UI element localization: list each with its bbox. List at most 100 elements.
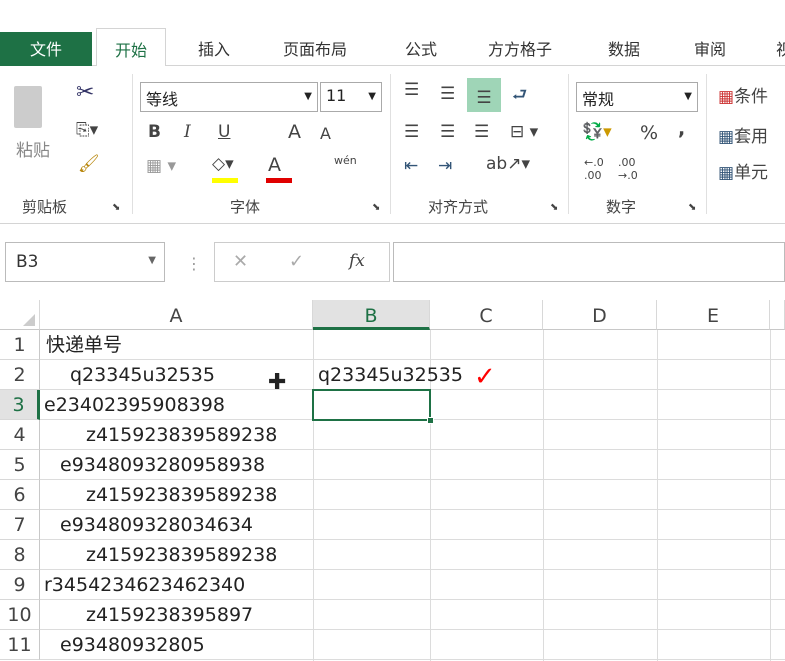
dialog-launcher-icon[interactable]: ⬊: [688, 202, 696, 213]
row-header[interactable]: 1: [0, 330, 40, 360]
cell-a7[interactable]: e934809328034634: [60, 510, 253, 540]
tab-file[interactable]: 文件: [0, 32, 92, 68]
row-header[interactable]: 4: [0, 420, 40, 450]
bold-button[interactable]: B: [148, 122, 161, 142]
tab-review[interactable]: 审阅: [686, 32, 734, 64]
increase-decimal-icon[interactable]: ←.0.00: [584, 156, 604, 182]
insert-function-button[interactable]: fx: [349, 251, 365, 271]
formula-bar: B3 ▼ ⋮ ✕ ✓ fx: [0, 224, 785, 296]
dialog-launcher-icon[interactable]: ⬊: [372, 202, 380, 213]
ribbon-tabs: 文件 开始 插入 页面布局 公式 方方格子 数据 审阅 视: [0, 24, 785, 68]
number-format-select[interactable]: 常规 ▼: [576, 82, 698, 112]
table-icon: ▦: [718, 127, 735, 147]
font-name-value: 等线: [146, 90, 179, 109]
cell-a11[interactable]: e93480932805: [60, 630, 205, 660]
spreadsheet-grid: A B C D E 1 快递单号 2 q23345u32535 q23345u32535…: [0, 300, 785, 661]
cell-a8[interactable]: z415923839589238: [86, 540, 277, 570]
row-header[interactable]: 6: [0, 480, 40, 510]
row-header[interactable]: 5: [0, 450, 40, 480]
cell-a2[interactable]: q23345u32535: [70, 360, 215, 390]
conditional-format-button[interactable]: ▦条件: [718, 82, 768, 107]
row-header[interactable]: 8: [0, 540, 40, 570]
underline-button[interactable]: U: [218, 122, 230, 142]
format-painter-icon[interactable]: 🖌: [78, 154, 100, 174]
select-all-corner[interactable]: [0, 300, 40, 330]
cell-b2[interactable]: q23345u32535: [318, 360, 463, 390]
font-color-swatch: [266, 178, 292, 183]
cell-a1[interactable]: 快递单号: [46, 330, 122, 360]
chevron-down-icon: ▼: [148, 255, 156, 266]
currency-icon[interactable]: 💱▾: [582, 122, 612, 142]
column-header-a[interactable]: A: [40, 300, 313, 330]
column-header-b[interactable]: B: [313, 300, 430, 330]
row-header[interactable]: 11: [0, 630, 40, 660]
chevron-down-icon: ▼: [368, 91, 376, 102]
row-header[interactable]: 3: [0, 390, 40, 420]
dialog-launcher-icon[interactable]: ⬊: [550, 202, 558, 213]
row-header[interactable]: 9: [0, 570, 40, 600]
merge-center-icon[interactable]: ⊟ ▾: [510, 122, 538, 142]
more-icon: ⋮: [186, 254, 202, 273]
decrease-decimal-icon[interactable]: .00 →.0: [618, 156, 638, 182]
tab-page-layout[interactable]: 页面布局: [275, 32, 355, 64]
orientation-icon[interactable]: ab↗▾: [486, 154, 530, 174]
column-header-c[interactable]: C: [430, 300, 543, 330]
align-right-icon[interactable]: ☰: [474, 122, 489, 142]
dialog-launcher-icon[interactable]: ⬊: [112, 202, 120, 213]
formula-input[interactable]: [393, 242, 785, 282]
number-format-value: 常规: [582, 90, 615, 109]
tab-insert[interactable]: 插入: [190, 32, 238, 64]
font-name-select[interactable]: 等线 ▼: [140, 82, 318, 112]
tab-formulas[interactable]: 公式: [397, 32, 445, 64]
font-size-select[interactable]: 11 ▼: [320, 82, 382, 112]
tab-fangfang[interactable]: 方方格子: [480, 32, 560, 64]
fill-handle[interactable]: [427, 417, 434, 424]
align-left-icon[interactable]: ☰: [404, 122, 419, 142]
enter-icon[interactable]: ✓: [289, 251, 304, 272]
row-header[interactable]: 7: [0, 510, 40, 540]
cell-a9[interactable]: r3454234623462340: [44, 570, 245, 600]
column-header-d[interactable]: D: [543, 300, 657, 330]
column-header-e[interactable]: E: [657, 300, 770, 330]
row-header[interactable]: 10: [0, 600, 40, 630]
cut-icon[interactable]: ✂: [76, 80, 94, 105]
increase-indent-icon[interactable]: ⇥: [438, 156, 452, 176]
row-header[interactable]: 2: [0, 360, 40, 390]
grow-font-button[interactable]: A: [288, 121, 301, 143]
cancel-icon[interactable]: ✕: [233, 251, 248, 272]
clipboard-group-label: 剪贴板: [22, 198, 68, 216]
paste-button[interactable]: 粘贴: [16, 136, 50, 161]
shrink-font-button[interactable]: A: [320, 124, 331, 143]
cell-a6[interactable]: z415923839589238: [86, 480, 277, 510]
tab-home[interactable]: 开始: [96, 28, 167, 67]
cell-styles-label: 单元: [734, 163, 769, 183]
font-color-button[interactable]: A: [268, 154, 281, 176]
column-header-f[interactable]: [770, 300, 785, 330]
tab-view[interactable]: 视: [768, 32, 785, 64]
format-as-table-button[interactable]: ▦套用: [718, 122, 768, 147]
cell-a4[interactable]: z415923839589238: [86, 420, 277, 450]
italic-button[interactable]: I: [184, 122, 191, 142]
fill-color-icon[interactable]: ◇▾: [212, 154, 234, 174]
align-bottom-icon[interactable]: ☰: [467, 78, 501, 112]
cell-a5[interactable]: e9348093280958938: [60, 450, 265, 480]
font-group-label: 字体: [230, 198, 261, 216]
comma-button[interactable]: ,: [678, 118, 685, 140]
chevron-down-icon: ▼: [304, 91, 312, 102]
wrap-text-icon[interactable]: ⮐: [512, 82, 527, 111]
active-cell-b3[interactable]: [312, 389, 434, 424]
align-center-icon[interactable]: ☰: [440, 122, 455, 142]
percent-button[interactable]: %: [640, 122, 658, 144]
align-top-icon[interactable]: ☰: [404, 80, 419, 100]
phonetic-button[interactable]: wén: [334, 154, 357, 167]
paste-icon[interactable]: [14, 86, 42, 128]
borders-icon[interactable]: ▦ ▾: [146, 156, 176, 176]
cell-styles-button[interactable]: ▦单元: [718, 158, 768, 183]
cell-a3[interactable]: e23402395908398: [44, 390, 225, 420]
name-box[interactable]: B3 ▼: [5, 242, 165, 282]
decrease-indent-icon[interactable]: ⇤: [404, 156, 418, 176]
cell-a10[interactable]: z4159238395897: [86, 600, 253, 630]
tab-data[interactable]: 数据: [600, 32, 648, 64]
copy-icon[interactable]: ⎘▾: [76, 120, 98, 140]
align-middle-icon[interactable]: ☰: [440, 84, 455, 104]
